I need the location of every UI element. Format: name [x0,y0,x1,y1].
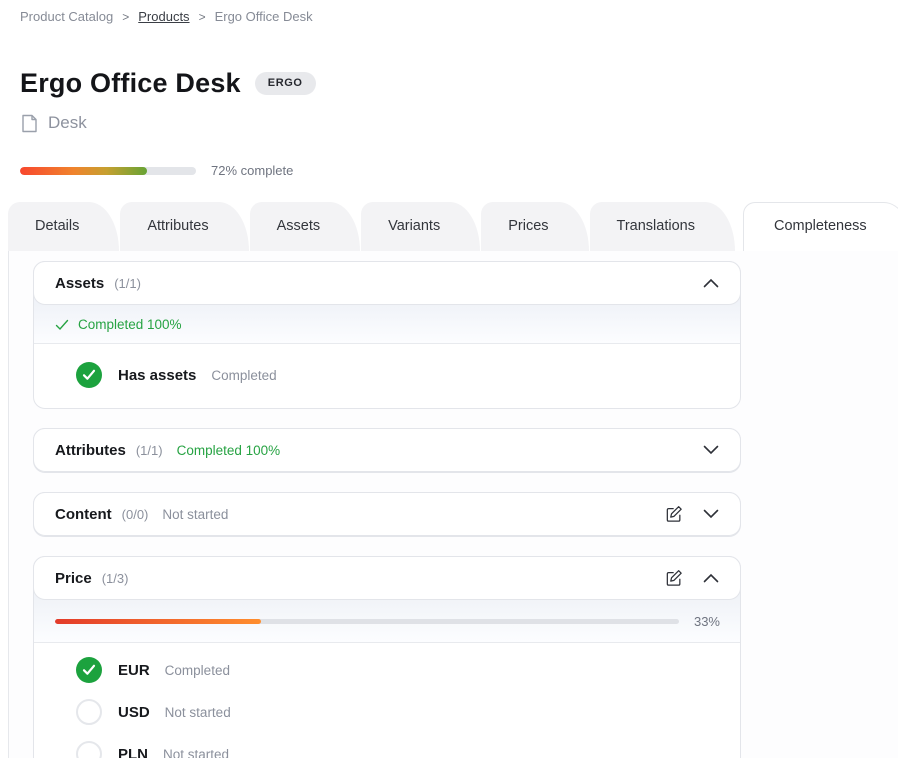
edit-icon[interactable] [664,568,684,588]
tab-prices[interactable]: Prices [481,202,588,251]
empty-circle-icon [76,741,102,758]
tab-completeness[interactable]: Completeness [743,202,898,251]
item-status: Not started [165,705,231,720]
check-icon [55,319,69,331]
chevron-down-icon[interactable] [703,509,719,519]
completeness-panel: Assets (1/1) Completed 100% Has assets C… [8,251,898,758]
breadcrumb: Product Catalog > Products > Ergo Office… [0,0,898,24]
edit-icon[interactable] [664,504,684,524]
document-icon [21,114,38,133]
section-title: Attributes [55,442,126,459]
item-label: Has assets [118,367,196,384]
section-status-label: Not started [162,507,228,522]
breadcrumb-item-current: Ergo Office Desk [215,9,313,24]
empty-circle-icon [76,699,102,725]
tab-assets[interactable]: Assets [250,202,361,251]
section-content: Content (0/0) Not started [33,492,741,537]
chevron-up-icon[interactable] [703,573,719,583]
price-progress-track [55,619,679,624]
section-content-header[interactable]: Content (0/0) Not started [33,492,741,536]
check-circle-icon [76,362,102,388]
completeness-item-eur: EUR Completed [34,649,740,691]
progress-label: 72% complete [211,163,293,178]
page-title: Ergo Office Desk [20,68,241,99]
breadcrumb-separator: > [122,10,129,24]
section-assets-header[interactable]: Assets (1/1) [33,261,741,305]
section-status-label: Completed 100% [177,443,281,458]
section-assets: Assets (1/1) Completed 100% Has assets C… [33,261,741,409]
item-label: PLN [118,746,148,758]
check-circle-icon [76,657,102,683]
tab-attributes[interactable]: Attributes [120,202,248,251]
completeness-item-pln: PLN Not started [34,733,740,758]
progress-fill [20,167,147,175]
tab-details[interactable]: Details [8,202,119,251]
breadcrumb-item-products[interactable]: Products [138,9,189,24]
section-title: Price [55,570,92,587]
section-count: (1/1) [136,443,163,458]
section-price: Price (1/3) 33% [33,556,741,758]
tab-translations[interactable]: Translations [590,202,735,251]
overall-progress: 72% complete [0,133,898,178]
chevron-up-icon[interactable] [703,278,719,288]
item-label: EUR [118,662,150,679]
section-title: Content [55,506,112,523]
item-status: Completed [165,663,230,678]
progress-track [20,167,196,175]
price-progress-label: 33% [694,614,720,629]
section-attributes-header[interactable]: Attributes (1/1) Completed 100% [33,428,741,472]
breadcrumb-item-catalog[interactable]: Product Catalog [20,9,113,24]
chevron-down-icon[interactable] [703,445,719,455]
completeness-item-usd: USD Not started [34,691,740,733]
section-count: (1/3) [102,571,129,586]
page-header: Ergo Office Desk ERGO [0,24,898,99]
item-status: Not started [163,747,229,758]
completeness-item-has-assets: Has assets Completed [34,350,740,404]
section-count: (0/0) [122,507,149,522]
tab-bar: Details Attributes Assets Variants Price… [8,202,898,251]
item-label: USD [118,704,150,721]
section-price-header[interactable]: Price (1/3) [33,556,741,600]
template-row: Desk [0,99,898,133]
price-progress-fill [55,619,261,624]
item-status: Completed [211,368,276,383]
section-title: Assets [55,275,104,292]
breadcrumb-separator: > [199,10,206,24]
sku-badge: ERGO [255,72,316,95]
tab-variants[interactable]: Variants [361,202,480,251]
template-name: Desk [48,113,87,133]
section-attributes: Attributes (1/1) Completed 100% [33,428,741,473]
section-count: (1/1) [114,276,141,291]
section-status-label: Completed 100% [78,317,182,332]
